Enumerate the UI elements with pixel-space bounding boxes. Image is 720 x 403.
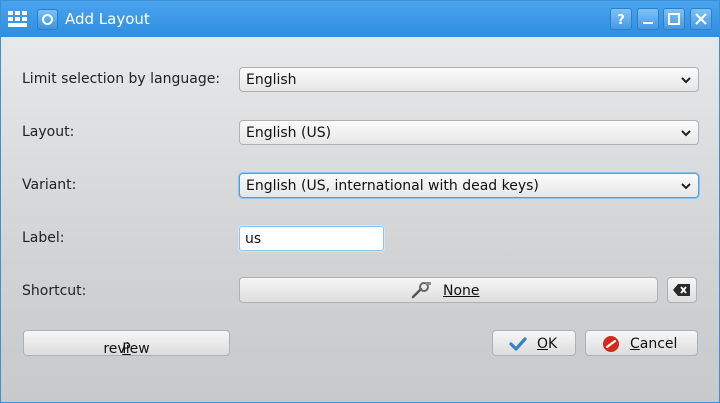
minimize-icon [643, 22, 653, 24]
ok-label-rest: K [548, 336, 558, 352]
add-layout-dialog: Add Layout ? Limit selection by language… [0, 0, 720, 403]
preview-label-rest: review [103, 341, 150, 357]
ok-button-label: OK [537, 336, 557, 352]
cancel-button-label: Cancel [630, 336, 677, 352]
shortcut-label: Shortcut: [22, 283, 87, 299]
clear-shortcut-button[interactable] [667, 277, 697, 303]
cancel-button[interactable]: Cancel [585, 330, 698, 356]
maximize-icon [668, 13, 680, 25]
label-input-value: us [245, 231, 262, 247]
cancel-icon [603, 336, 619, 352]
cancel-label-rest: ancel [639, 336, 678, 352]
language-value: English [246, 72, 297, 88]
close-icon [695, 13, 707, 25]
ok-button[interactable]: OK [492, 330, 576, 356]
svg-text:?: ? [617, 13, 625, 28]
clear-backspace-icon [673, 284, 690, 296]
pin-icon[interactable] [37, 9, 58, 30]
shortcut-button[interactable]: None [239, 277, 658, 303]
preview-button[interactable]: Preview [23, 330, 230, 357]
key-wrench-icon [411, 282, 431, 299]
variant-label: Variant: [22, 177, 77, 193]
close-button[interactable] [690, 8, 712, 30]
variant-combobox[interactable]: English (US, international with dead key… [239, 173, 699, 198]
help-icon: ? [617, 13, 625, 28]
layout-value: English (US) [246, 125, 332, 141]
chevron-down-icon [681, 77, 691, 84]
layout-combobox[interactable]: English (US) [239, 120, 699, 145]
ok-mnemonic: O [537, 336, 549, 352]
titlebar[interactable]: Add Layout ? [1, 1, 719, 37]
language-combobox[interactable]: English [239, 67, 699, 92]
label-input[interactable]: us [239, 226, 384, 251]
checkmark-icon [509, 337, 527, 351]
language-label: Limit selection by language: [22, 71, 221, 87]
help-button[interactable]: ? [610, 8, 632, 30]
maximize-button[interactable] [663, 8, 685, 30]
chevron-down-icon [681, 130, 691, 137]
minimize-button[interactable] [637, 8, 659, 30]
cancel-mnemonic: C [630, 336, 640, 352]
shortcut-value: None [443, 283, 480, 299]
label-label: Label: [22, 230, 65, 246]
window-title: Add Layout [65, 10, 150, 28]
chevron-down-icon [681, 183, 691, 190]
keyboard-icon[interactable] [7, 9, 29, 29]
variant-value: English (US, international with dead key… [246, 178, 539, 194]
layout-label: Layout: [22, 124, 75, 140]
